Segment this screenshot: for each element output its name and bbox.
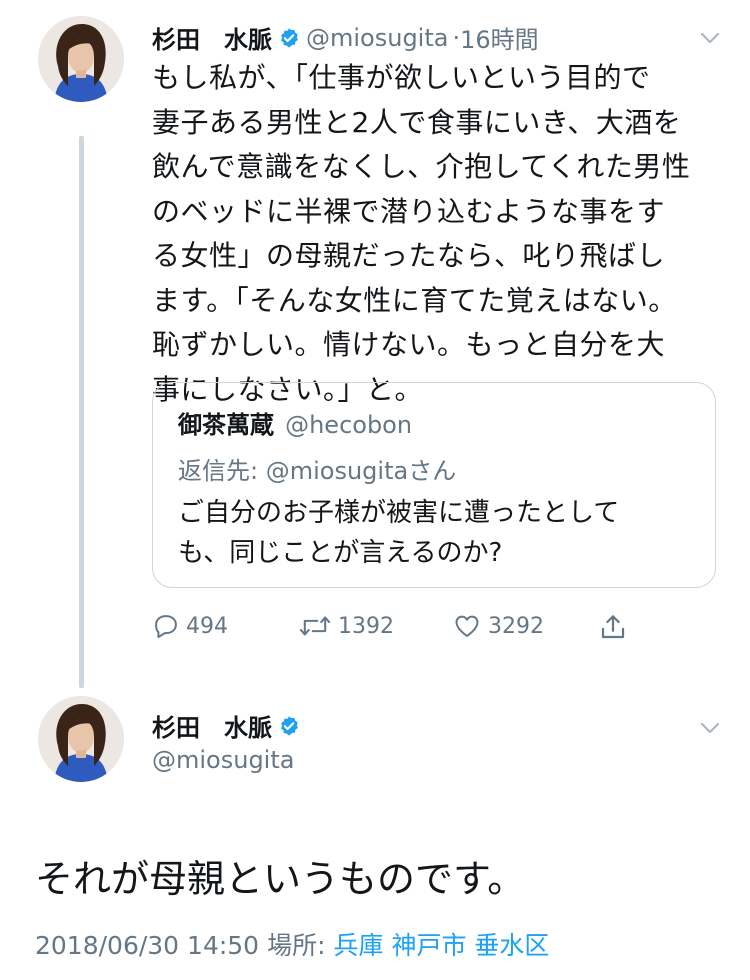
tweet2-handle-row: @miosugita [152, 746, 294, 774]
display-name[interactable]: 杉田 水脈 [152, 708, 272, 743]
chevron-down-icon[interactable] [698, 26, 722, 50]
tweet1-header: 杉田 水脈 @miosugita · 16時間 [152, 20, 539, 55]
location-link[interactable]: 兵庫 神戸市 垂水区 [334, 931, 550, 960]
like-count: 3292 [488, 613, 544, 639]
reply-icon [155, 615, 177, 639]
avatar[interactable] [38, 696, 124, 782]
tweet2-header: 杉田 水脈 [152, 708, 300, 743]
reply-button[interactable]: 494 [152, 612, 228, 640]
reply-mention[interactable]: @miosugita [266, 457, 408, 485]
quoted-reply-context: 返信先: @miosugitaさん [178, 451, 456, 486]
quoted-tweet[interactable]: 御茶萬蔵 @hecobon 返信先: @miosugitaさん ご自分のお子様が… [152, 382, 716, 588]
tweet-body: もし私が、「仕事が欲しいという目的で 妻子ある男性と2人で食事にいき、大酒を 飲… [152, 61, 691, 406]
avatar-photo [38, 696, 124, 782]
avatar-photo [38, 16, 124, 102]
verified-badge-icon [281, 715, 298, 736]
heart-icon [455, 615, 479, 637]
handle[interactable]: @miosugita [306, 24, 448, 52]
like-button[interactable]: 3292 [452, 612, 544, 640]
location-label: 場所: [267, 931, 326, 960]
share-button[interactable] [598, 612, 634, 642]
share-icon [601, 615, 625, 639]
reply-prefix: 返信先: [178, 457, 259, 485]
quoted-tweet-header: 御茶萬蔵 @hecobon [178, 405, 412, 440]
quoted-handle: @hecobon [285, 411, 413, 439]
tweet-meta: 2018/06/30 14:50 場所: 兵庫 神戸市 垂水区 [35, 926, 549, 962]
timestamp[interactable]: 16時間 [460, 20, 539, 55]
reply-count: 494 [186, 613, 228, 639]
retweet-count: 1392 [338, 613, 394, 639]
tweet-timestamp[interactable]: 2018/06/30 14:50 [35, 931, 259, 960]
quoted-display-name: 御茶萬蔵 [178, 411, 274, 439]
tweet-body: それが母親というものです。 [35, 857, 526, 901]
display-name[interactable]: 杉田 水脈 [152, 20, 272, 55]
retweet-button[interactable]: 1392 [298, 612, 394, 640]
thread-connector-line [79, 136, 84, 688]
quoted-tweet-body: ご自分のお子様が被害に遭ったとして も、同じことが言えるのか? [178, 498, 620, 568]
chevron-down-icon[interactable] [698, 716, 722, 740]
avatar[interactable] [38, 16, 124, 102]
dot-separator: · [452, 23, 461, 52]
verified-badge-icon [281, 27, 298, 48]
reply-suffix: さん [408, 457, 457, 485]
retweet-icon [299, 616, 331, 636]
tweet-actions: 494 1392 3292 [152, 612, 652, 652]
handle[interactable]: @miosugita [152, 746, 294, 774]
